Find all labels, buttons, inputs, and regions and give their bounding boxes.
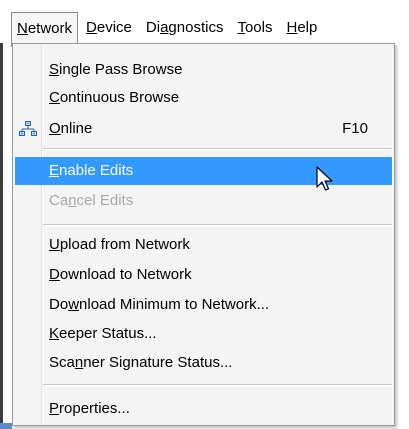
network-dropdown-menu: Single Pass Browse Continuous Browse Onl… — [12, 43, 395, 426]
menu-tools[interactable]: Tools — [231, 12, 278, 44]
menu-network[interactable]: Network — [11, 11, 79, 47]
menu-item-keeper-status[interactable]: Keeper Status... — [15, 320, 392, 348]
menu-item-label: Properties... — [49, 400, 130, 417]
menu-item-single-pass-browse[interactable]: Single Pass Browse — [15, 56, 392, 84]
network-online-icon — [19, 121, 37, 136]
menu-separator — [43, 224, 392, 226]
background-window-corner — [0, 423, 12, 429]
screenshot-root: Network Device Diagnostics Tools Help Si… — [0, 0, 409, 429]
menu-item-label: Single Pass Browse — [49, 61, 183, 78]
menu-device[interactable]: Device — [80, 12, 138, 44]
menu-help[interactable]: Help — [280, 12, 323, 44]
menu-item-label: Download Minimum to Network... — [49, 296, 270, 313]
background-window-edge — [0, 43, 3, 429]
menu-item-label: Download to Network — [49, 266, 192, 283]
menu-item-label: Scanner Signature Status... — [49, 354, 233, 371]
menu-item-label: Cancel Edits — [49, 192, 134, 209]
menu-item-download-to-network[interactable]: Download to Network — [15, 261, 392, 289]
menu-item-scanner-signature-status[interactable]: Scanner Signature Status... — [15, 349, 392, 377]
menu-diagnostics[interactable]: Diagnostics — [140, 12, 230, 44]
mouse-pointer-icon — [316, 166, 333, 191]
menu-item-label: Enable Edits — [49, 162, 134, 179]
menu-item-label: Keeper Status... — [49, 325, 157, 342]
menu-item-label: Continuous Browse — [49, 89, 180, 106]
menu-item-online[interactable]: Online F10 — [15, 115, 392, 143]
menu-item-download-minimum-to-network[interactable]: Download Minimum to Network... — [15, 291, 392, 319]
menu-item-properties[interactable]: Properties... — [15, 395, 392, 423]
menu-separator — [43, 148, 392, 150]
menu-item-label: Online — [49, 120, 93, 137]
menu-separator — [43, 384, 392, 386]
menu-item-label: Upload from Network — [49, 236, 190, 253]
menu-item-continuous-browse[interactable]: Continuous Browse — [15, 84, 392, 112]
menu-item-shortcut: F10 — [342, 120, 368, 137]
menu-item-upload-from-network[interactable]: Upload from Network — [15, 231, 392, 259]
